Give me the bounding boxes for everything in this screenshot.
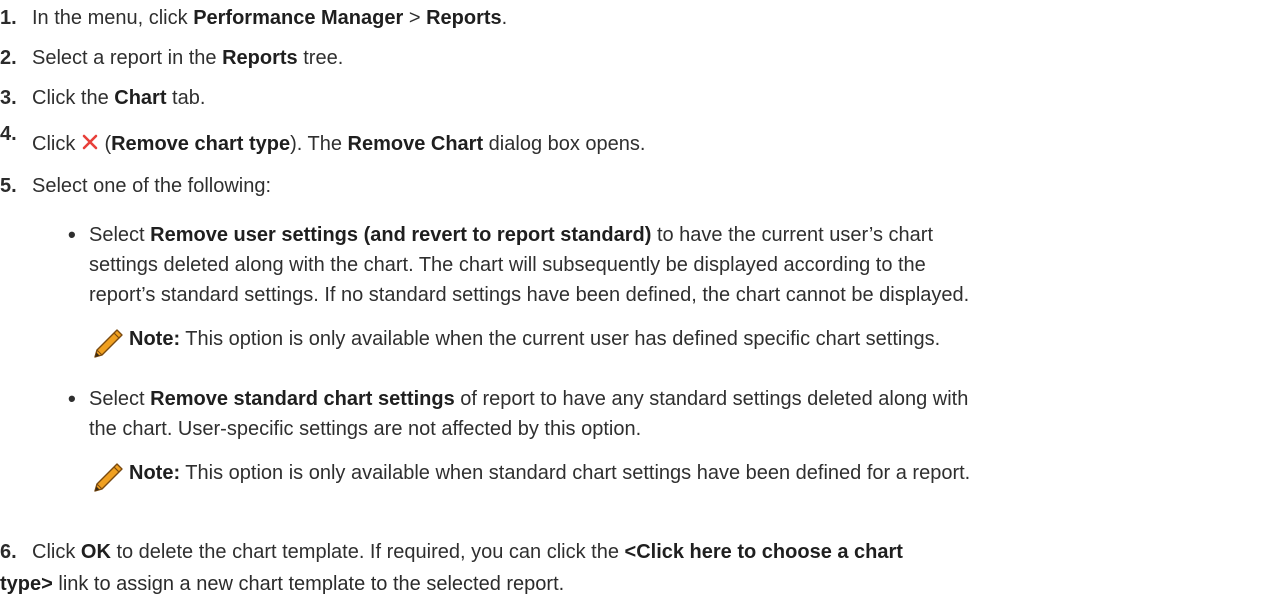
document-page: 1. In the menu, click Performance Manage… bbox=[0, 7, 971, 595]
pencil-icon bbox=[94, 463, 123, 492]
remove-chart-type-label: Remove chart type bbox=[111, 133, 291, 155]
choose-chart-type-link: <Click here to choose a chart bbox=[624, 541, 903, 563]
option-remove-user-settings: Select Remove user settings (and revert … bbox=[89, 224, 934, 246]
menu-performance-manager: Performance Manager bbox=[193, 7, 404, 29]
step-number: 3. bbox=[0, 87, 17, 109]
step-number: 4. bbox=[0, 123, 17, 145]
ok-button-label: OK bbox=[80, 541, 111, 563]
remove-x-icon bbox=[82, 134, 98, 150]
reports-tree-label: Reports bbox=[222, 47, 298, 69]
note-label: Note: bbox=[129, 328, 181, 350]
step-number: 5. bbox=[0, 175, 17, 197]
note-label: Note: bbox=[129, 462, 181, 484]
pencil-icon bbox=[94, 329, 123, 358]
bullet-marker: • bbox=[68, 222, 76, 247]
option-remove-standard-settings: Select Remove standard chart settings of… bbox=[89, 388, 969, 410]
option-label: Remove user settings (and revert to repo… bbox=[150, 224, 652, 246]
step-number: 2. bbox=[0, 47, 17, 69]
choose-chart-type-link-end: type> bbox=[0, 573, 53, 595]
step-number: 1. bbox=[0, 7, 17, 29]
bullet-marker: • bbox=[68, 386, 76, 411]
remove-chart-dialog-label: Remove Chart bbox=[347, 133, 484, 155]
menu-reports: Reports bbox=[426, 7, 502, 29]
chart-tab-label: Chart bbox=[114, 87, 167, 109]
option-label: Remove standard chart settings bbox=[150, 388, 455, 410]
step-number: 6. bbox=[0, 541, 17, 563]
